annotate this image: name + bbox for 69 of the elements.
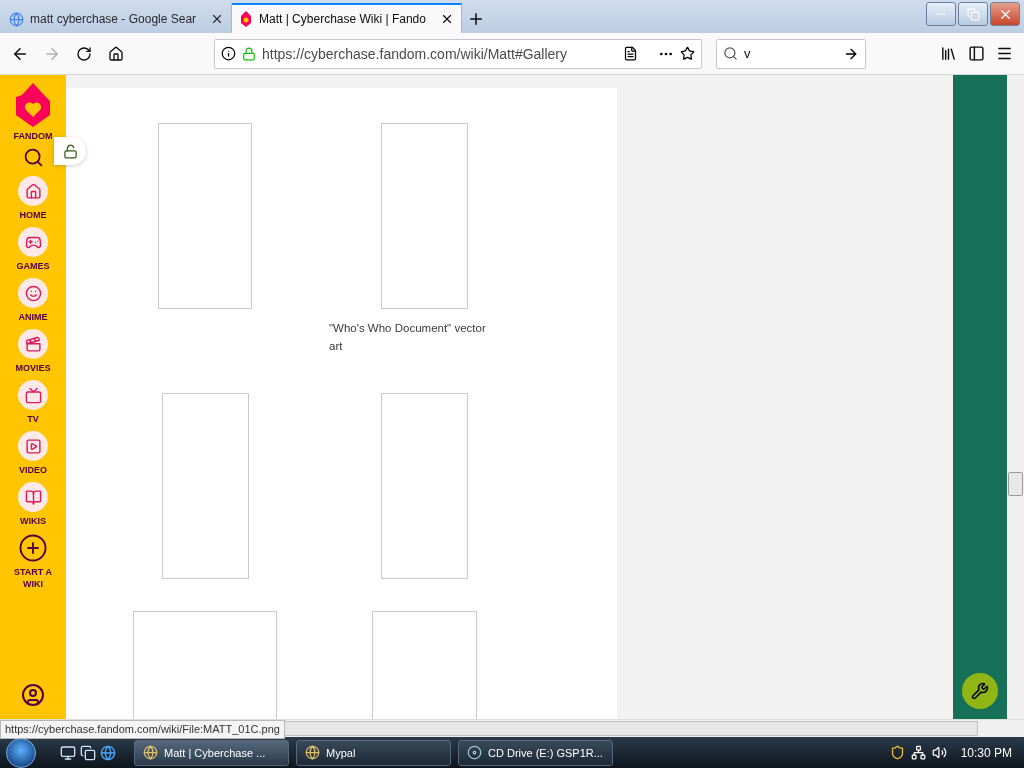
horizontal-scrollbar[interactable]: https://cyberchase.fandom.com/wiki/File:MATT_01C.png — [0, 719, 1024, 737]
house-icon — [108, 45, 124, 62]
clapperboard-icon — [24, 335, 42, 353]
volume-icon[interactable] — [931, 745, 947, 760]
close-button[interactable] — [990, 2, 1020, 26]
house-icon — [24, 182, 42, 200]
play-icon — [24, 437, 42, 455]
image-thumbnail[interactable] — [380, 123, 468, 309]
globe-icon — [9, 11, 24, 27]
close-icon[interactable] — [440, 12, 454, 26]
nav-item[interactable]: HOME — [9, 176, 57, 221]
restore-button[interactable] — [958, 2, 988, 26]
url-text: https://cyberchase.fandom.com/wiki/Matt#Gallery — [262, 45, 568, 62]
plus-icon — [18, 533, 48, 563]
image-thumbnail[interactable] — [161, 393, 249, 579]
status-url: https://cyberchase.fandom.com/wiki/File:MATT_01C.png — [0, 720, 285, 739]
disc-icon — [467, 745, 482, 760]
nav-item[interactable]: START A WIKI — [9, 533, 57, 590]
star-icon[interactable] — [680, 46, 695, 61]
nav-item[interactable]: TV — [9, 380, 57, 425]
wrench-icon — [971, 682, 989, 700]
nav-item[interactable]: MOVIES — [9, 329, 57, 374]
taskbar-button[interactable]: CD Drive (E:) GSP1R... — [458, 739, 613, 766]
globe-icon — [143, 745, 158, 760]
lock-icon — [242, 46, 256, 61]
image-thumbnail[interactable] — [158, 123, 252, 309]
globe-icon — [305, 745, 320, 760]
clock: 10:30 PM — [960, 745, 1012, 760]
image-caption: "Who's Who Document" vector art — [329, 321, 487, 354]
search-icon — [723, 46, 738, 61]
reader-view-icon[interactable] — [623, 46, 638, 61]
shield-icon[interactable] — [889, 745, 905, 760]
globe-icon[interactable] — [100, 744, 116, 761]
library-icon — [939, 45, 957, 62]
search-field[interactable]: v — [716, 38, 866, 69]
fandom-logo[interactable] — [16, 83, 50, 127]
menu-icon — [995, 45, 1013, 62]
network-icon[interactable] — [910, 745, 926, 760]
search-icon[interactable] — [22, 147, 44, 168]
brand-label: FANDOM — [13, 131, 53, 141]
image-thumbnail[interactable] — [133, 611, 277, 719]
minimize-button[interactable] — [926, 2, 956, 26]
nav-item[interactable]: WIKIS — [9, 482, 57, 527]
image-thumbnail[interactable] — [371, 611, 477, 719]
info-icon[interactable] — [221, 46, 236, 61]
start-button[interactable] — [6, 737, 36, 768]
padlock-icon — [62, 143, 78, 159]
user-icon[interactable] — [21, 683, 45, 707]
nav-item[interactable]: VIDEO — [9, 431, 57, 476]
tv-icon — [24, 386, 42, 404]
reload-icon — [76, 45, 92, 62]
book-icon — [24, 488, 42, 506]
taskbar-button[interactable]: Matt | Cyberchase ... — [134, 739, 289, 766]
nav-item[interactable]: ANIME — [9, 278, 57, 323]
plus-icon — [467, 10, 485, 28]
tools-button[interactable] — [962, 673, 998, 709]
lock-toggle[interactable] — [54, 137, 86, 165]
close-icon[interactable] — [210, 12, 224, 26]
nav-item[interactable]: GAMES — [9, 227, 57, 272]
restore-icon — [966, 7, 980, 21]
windows-icon[interactable] — [80, 744, 96, 761]
address-bar[interactable]: https://cyberchase.fandom.com/wiki/Matt#Gallery — [214, 38, 702, 69]
taskbar-button[interactable]: Mypal — [296, 739, 451, 766]
image-thumbnail[interactable] — [380, 393, 468, 579]
sidebar-icon — [967, 45, 985, 62]
browser-tab[interactable]: Matt | Cyberchase Wiki | Fando — [232, 3, 462, 33]
desktop-icon[interactable] — [60, 744, 76, 761]
vertical-scrollbar[interactable] — [1007, 75, 1024, 719]
face-icon — [24, 284, 42, 302]
